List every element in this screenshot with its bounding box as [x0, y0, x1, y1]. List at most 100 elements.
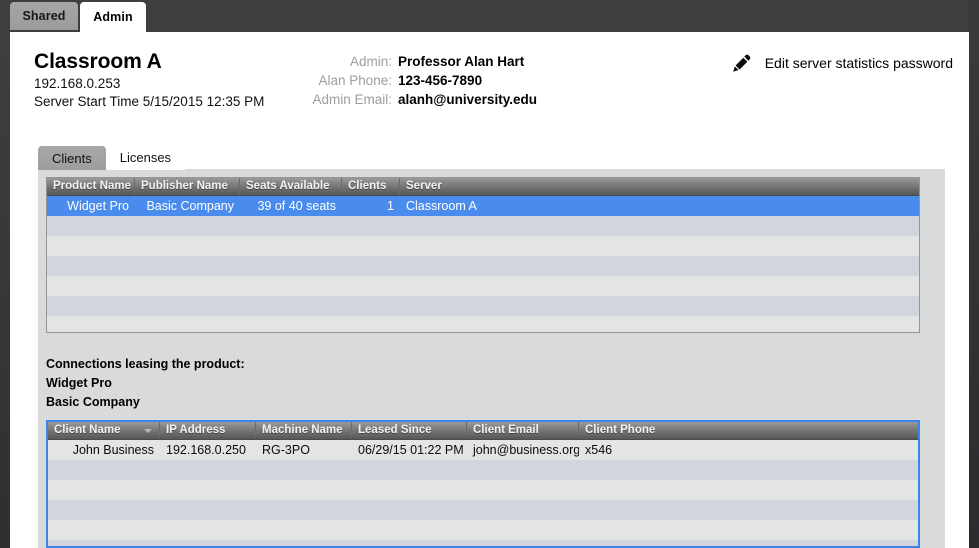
connections-empty-cell	[579, 500, 911, 520]
licenses-empty-cell	[342, 216, 400, 236]
licenses-empty-cell	[240, 236, 342, 256]
licenses-empty-cell	[47, 296, 135, 316]
edit-server-statistics-password-label: Edit server statistics password	[764, 55, 953, 71]
connections-empty-cell	[579, 460, 911, 480]
connections-row[interactable]: John Business 192.168.0.250 RG-3PO 06/29/15…	[48, 440, 918, 460]
licenses-col-product_name[interactable]: Product Name	[47, 178, 135, 195]
connections-empty-cell	[256, 500, 352, 520]
licenses-empty-row[interactable]	[47, 216, 919, 236]
connections-col-machine_name-label: Machine Name	[262, 424, 343, 436]
connections-empty-cell	[467, 500, 579, 520]
licenses-empty-cell	[47, 256, 135, 276]
connections-empty-cell	[467, 460, 579, 480]
connections-empty-cell	[48, 540, 160, 546]
licenses-cell-clients: 1	[387, 199, 394, 213]
connections-empty-row[interactable]	[48, 520, 918, 540]
connections-empty-cell	[256, 540, 352, 546]
licenses-empty-row[interactable]	[47, 256, 919, 276]
connections-empty-cell	[352, 460, 467, 480]
admin-phone-row: Alan Phone: 123-456-7890	[300, 71, 600, 90]
window-right-edge	[969, 0, 979, 548]
licenses-empty-cell	[342, 276, 400, 296]
licenses-empty-cell	[400, 316, 912, 332]
licenses-col-server-label: Server	[406, 180, 442, 192]
connections-empty-cell	[48, 460, 160, 480]
connections-col-ip_address-label: IP Address	[166, 424, 226, 436]
licenses-cell-publisher_name: Basic Company	[146, 199, 234, 213]
licenses-panel: Product Name Publisher Name Seats Availabl…	[38, 169, 945, 548]
tab-clients-label: Clients	[52, 150, 92, 166]
licenses-empty-cell	[400, 296, 912, 316]
licenses-empty-cell	[135, 296, 240, 316]
licenses-col-clients-label: Clients	[348, 180, 387, 192]
window-tab-admin-label: Admin	[93, 10, 133, 24]
licenses-empty-cell	[240, 316, 342, 332]
connections-empty-cell	[467, 520, 579, 540]
connections-col-leased_since-label: Leased Since	[358, 424, 432, 436]
licenses-empty-cell	[47, 236, 135, 256]
licenses-table[interactable]: Product Name Publisher Name Seats Availabl…	[46, 177, 920, 333]
connections-empty-row[interactable]	[48, 480, 918, 500]
licenses-empty-row[interactable]	[47, 316, 919, 332]
connections-empty-cell	[352, 500, 467, 520]
connections-empty-cell	[48, 520, 160, 540]
pencil-icon	[732, 54, 751, 72]
sort-descending-icon	[144, 429, 152, 433]
licenses-col-seats_available-label: Seats Available	[246, 180, 330, 192]
licenses-col-publisher_name[interactable]: Publisher Name	[135, 178, 240, 195]
connections-cell-ip_address: 192.168.0.250	[166, 443, 246, 457]
licenses-empty-cell	[240, 216, 342, 236]
connections-col-client_email[interactable]: Client Email	[467, 422, 579, 439]
server-ip-address: 192.168.0.253	[34, 76, 121, 91]
admin-email-value: alanh@university.edu	[398, 92, 537, 107]
licenses-empty-cell	[342, 316, 400, 332]
licenses-col-seats_available[interactable]: Seats Available	[240, 178, 342, 195]
window-tab-admin[interactable]: Admin	[80, 2, 146, 32]
licenses-col-clients[interactable]: Clients	[342, 178, 400, 195]
licenses-empty-row[interactable]	[47, 236, 919, 256]
connections-empty-cell	[160, 460, 256, 480]
licenses-empty-cell	[47, 316, 135, 332]
licenses-row[interactable]: Widget Pro Basic Company 39 of 40 seats 1 Cl…	[47, 196, 919, 216]
licenses-empty-row[interactable]	[47, 296, 919, 316]
connections-col-client_name[interactable]: Client Name	[48, 422, 160, 439]
licenses-empty-cell	[135, 316, 240, 332]
connections-cell-client_name: John Business	[72, 443, 154, 457]
licenses-empty-cell	[342, 236, 400, 256]
app-window: Shared Admin Classroom A 192.168.0.253 S…	[0, 0, 979, 548]
licenses-cell-seats_available: 39 of 40 seats	[257, 199, 336, 213]
connections-cell-client_phone: x546	[585, 443, 613, 457]
connections-empty-cell	[160, 500, 256, 520]
connections-empty-row[interactable]	[48, 540, 918, 546]
connections-col-machine_name[interactable]: Machine Name	[256, 422, 352, 439]
licenses-col-product_name-label: Product Name	[53, 180, 131, 192]
connections-empty-row[interactable]	[48, 460, 918, 480]
connections-empty-row[interactable]	[48, 500, 918, 520]
admin-phone-value: 123-456-7890	[398, 73, 483, 88]
tab-clients[interactable]: Clients	[38, 146, 106, 170]
licenses-col-server[interactable]: Server	[400, 178, 912, 195]
licenses-empty-cell	[240, 276, 342, 296]
connections-table[interactable]: Client Name IP Address Machine Name Leased …	[46, 420, 920, 548]
connections-col-ip_address[interactable]: IP Address	[160, 422, 256, 439]
connections-empty-cell	[579, 520, 911, 540]
connections-empty-cell	[579, 540, 911, 546]
connections-cell-leased_since: 06/29/15 01:22 PM	[358, 443, 464, 457]
licenses-empty-row[interactable]	[47, 276, 919, 296]
edit-server-statistics-password-link[interactable]: Edit server statistics password	[731, 52, 953, 74]
admin-name-row: Admin: Professor Alan Hart	[300, 52, 600, 71]
window-tab-shared-label: Shared	[22, 9, 66, 23]
admin-name-label: Admin:	[349, 54, 392, 69]
licenses-empty-cell	[240, 296, 342, 316]
connections-caption-line-3: Basic Company	[46, 395, 140, 409]
connections-cell-client_email: john@business.org	[473, 443, 579, 457]
tab-licenses[interactable]: Licenses	[105, 144, 186, 170]
licenses-empty-cell	[400, 236, 912, 256]
page-title: Classroom A	[34, 50, 162, 73]
window-tab-shared[interactable]: Shared	[10, 2, 78, 30]
licenses-cell-server: Classroom A	[406, 199, 477, 213]
connections-col-leased_since[interactable]: Leased Since	[352, 422, 467, 439]
window-tab-strip: Shared Admin	[0, 0, 979, 32]
licenses-empty-cell	[135, 216, 240, 236]
connections-col-client_phone[interactable]: Client Phone	[579, 422, 911, 439]
